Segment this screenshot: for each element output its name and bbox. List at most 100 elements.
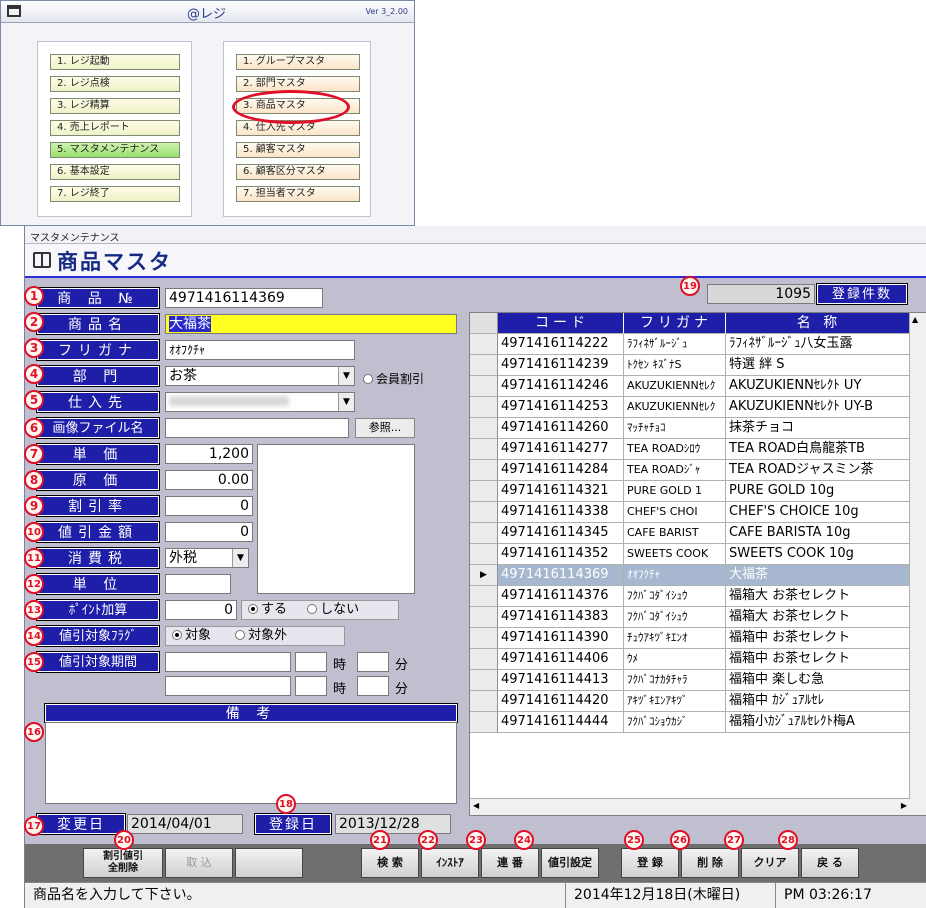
menu-register-exit[interactable]: 7. レジ終了 xyxy=(50,186,180,202)
menu-sales-report[interactable]: 4. 売上レポート xyxy=(50,120,180,136)
supplier-select[interactable]: ▼ xyxy=(165,392,355,412)
row-selector[interactable] xyxy=(470,481,498,502)
menu-register-settle[interactable]: 3. レジ精算 xyxy=(50,98,180,114)
search-button[interactable]: 検 索 xyxy=(361,848,419,878)
image-file-field[interactable] xyxy=(165,418,349,438)
table-row[interactable]: 4971416114284 TEA ROADｼﾞｬ TEA ROADジャスミン茶 xyxy=(470,460,910,481)
table-row[interactable]: 4971416114376 ﾌｸﾊﾞｺﾀﾞｲｼｭｳ 福箱大 お茶セレクト xyxy=(470,586,910,607)
menu-register-start[interactable]: 1. レジ起動 xyxy=(50,54,180,70)
department-label: 部 門 xyxy=(36,365,160,387)
period-start-minute[interactable] xyxy=(357,652,389,672)
unit-price-field[interactable]: 1,200 xyxy=(165,444,253,464)
browse-button[interactable]: 参照... xyxy=(355,418,415,438)
row-selector[interactable] xyxy=(470,649,498,670)
table-row[interactable]: 4971416114260 ﾏｯﾁｬﾁｮｺ 抹茶チョコ xyxy=(470,418,910,439)
row-selector[interactable] xyxy=(470,586,498,607)
menu-basic-settings[interactable]: 6. 基本設定 xyxy=(50,164,180,180)
unit-field[interactable] xyxy=(165,574,231,594)
row-selector[interactable] xyxy=(470,502,498,523)
install-button[interactable]: ｲﾝｽﾄｱ xyxy=(421,848,479,878)
notes-textarea[interactable] xyxy=(45,722,457,804)
table-row[interactable]: 4971416114383 ﾌｸﾊﾞｺﾀﾞｲｼｭｳ 福箱大 お茶セレクト xyxy=(470,607,910,628)
row-selector[interactable] xyxy=(470,376,498,397)
serial-number-button[interactable]: 連 番 xyxy=(481,848,539,878)
table-row[interactable]: ▶ 4971416114369 ｵｵﾌｸﾁｬ 大福茶 xyxy=(470,565,910,586)
scroll-right-icon[interactable]: ▶ xyxy=(901,801,907,810)
discount-amount-field[interactable]: 0 xyxy=(165,522,253,542)
row-selector[interactable] xyxy=(470,355,498,376)
clear-button[interactable]: クリア xyxy=(741,848,799,878)
table-row[interactable]: 4971416114352 SWEETS COOK SWEETS COOK 10g xyxy=(470,544,910,565)
row-selector[interactable] xyxy=(470,712,498,733)
register-button[interactable]: 登 録 xyxy=(621,848,679,878)
menu-customer-master[interactable]: 5. 顧客マスタ xyxy=(236,142,360,158)
row-selector[interactable] xyxy=(470,439,498,460)
col-code-header[interactable]: コード xyxy=(498,313,624,334)
row-selector[interactable] xyxy=(470,523,498,544)
table-row[interactable]: 4971416114239 ﾄｸｾﾝ ｷｽﾞﾅS 特選 絆 S xyxy=(470,355,910,376)
row-selector[interactable] xyxy=(470,670,498,691)
row-selector[interactable] xyxy=(470,544,498,565)
vertical-scrollbar[interactable]: ▲ xyxy=(909,313,926,815)
table-row[interactable]: 4971416114406 ｳﾒ 福箱中 お茶セレクト xyxy=(470,649,910,670)
menu-master-maintenance[interactable]: 5. マスタメンテナンス xyxy=(50,142,180,158)
table-row[interactable]: 4971416114246 AKUZUKIENNｾﾚｸ AKUZUKIENNｾﾚｸﾄ… xyxy=(470,376,910,397)
period-start-date[interactable] xyxy=(165,652,291,672)
menu-customer-category-master[interactable]: 6. 顧客区分マスタ xyxy=(236,164,360,180)
menu-staff-master[interactable]: 7. 担当者マスタ xyxy=(236,186,360,202)
chevron-down-icon[interactable]: ▼ xyxy=(338,367,354,385)
period-end-date[interactable] xyxy=(165,676,291,696)
delete-button[interactable]: 削 除 xyxy=(681,848,739,878)
col-name-header[interactable]: 名 称 xyxy=(726,313,910,334)
row-selector[interactable] xyxy=(470,460,498,481)
table-row[interactable]: 4971416114390 ﾁｭｳｱｷﾂﾞｷｴﾝｵ 福箱中 お茶セレクト xyxy=(470,628,910,649)
table-row[interactable]: 4971416114413 ﾌｸﾊﾞｺﾅｶﾀﾁｬﾗ 福箱中 楽しむ急 xyxy=(470,670,910,691)
discount-rate-field[interactable]: 0 xyxy=(165,496,253,516)
member-discount-option[interactable]: 会員割引 xyxy=(363,370,424,387)
table-row[interactable]: 4971416114420 ｱｷﾂﾞｷｴﾝｱｷﾂﾞ 福箱中 ｶｼﾞｭｱﾙｾﾚ xyxy=(470,691,910,712)
discount-settings-button[interactable]: 値引設定 xyxy=(541,848,599,878)
row-selector[interactable] xyxy=(470,334,498,355)
scroll-up-icon[interactable]: ▲ xyxy=(912,315,918,324)
points-field[interactable]: 0 xyxy=(165,600,237,620)
row-selector[interactable] xyxy=(470,418,498,439)
menu-register-check[interactable]: 2. レジ点検 xyxy=(50,76,180,92)
table-row[interactable]: 4971416114338 CHEF'S CHOI CHEF'S CHOICE 10… xyxy=(470,502,910,523)
table-row[interactable]: 4971416114277 TEA ROADｼﾛｳ TEA ROAD白鳥龍茶TB xyxy=(470,439,910,460)
table-row[interactable]: 4971416114222 ﾗﾌｨﾈｻﾞﾙｰｼﾞｭ ﾗﾌｨﾈｻﾞﾙｰｼﾞｭ八女玉露 xyxy=(470,334,910,355)
row-selector[interactable] xyxy=(470,397,498,418)
table-row[interactable]: 4971416114444 ﾌｸﾊﾞｺｼｮｳｶｼﾞ 福箱小ｶｼﾞｭｱﾙｾﾚｸﾄ梅A xyxy=(470,712,910,733)
row-selector[interactable] xyxy=(470,691,498,712)
department-select[interactable]: お茶 ▼ xyxy=(165,366,355,386)
product-code-field[interactable]: 4971416114369 xyxy=(165,288,323,308)
table-row[interactable]: 4971416114321 PURE GOLD 1 PURE GOLD 10g xyxy=(470,481,910,502)
highlight-circle xyxy=(232,90,350,124)
row-selector[interactable] xyxy=(470,607,498,628)
kana-field[interactable]: ｵｵﾌｸﾁｬ xyxy=(165,340,355,360)
product-name-field[interactable]: 大福茶 xyxy=(165,314,457,334)
row-pointer-icon[interactable]: ▶ xyxy=(470,565,498,586)
import-button[interactable]: 取 込 xyxy=(165,848,233,878)
cost-field[interactable]: 0.00 xyxy=(165,470,253,490)
col-kana-header[interactable]: フリガナ xyxy=(624,313,726,334)
table-row[interactable]: 4971416114253 AKUZUKIENNｾﾚｸ AKUZUKIENNｾﾚｸﾄ… xyxy=(470,397,910,418)
cell-name: 特選 絆 S xyxy=(726,355,910,376)
period-end-hour[interactable] xyxy=(295,676,327,696)
scroll-left-icon[interactable]: ◀ xyxy=(473,801,479,810)
cost-label: 原 価 xyxy=(36,469,160,491)
points-yes-option[interactable]: する xyxy=(248,602,287,617)
back-button[interactable]: 戻 る xyxy=(801,848,859,878)
chevron-down-icon[interactable]: ▼ xyxy=(338,393,354,411)
period-start-hour[interactable] xyxy=(295,652,327,672)
points-no-option[interactable]: しない xyxy=(307,602,359,617)
flag-excluded-option[interactable]: 対象外 xyxy=(235,628,287,643)
tax-select[interactable]: 外税 ▼ xyxy=(165,548,249,568)
horizontal-scrollbar[interactable]: ◀ ▶ xyxy=(470,798,910,815)
menu-group-master[interactable]: 1. グループマスタ xyxy=(236,54,360,70)
row-selector[interactable] xyxy=(470,628,498,649)
table-row[interactable]: 4971416114345 CAFE BARIST CAFE BARISTA 10g xyxy=(470,523,910,544)
period-end-minute[interactable] xyxy=(357,676,389,696)
chevron-down-icon[interactable]: ▼ xyxy=(232,549,248,567)
bulk-delete-discount-button[interactable]: 割引値引 全削除 xyxy=(83,848,163,878)
flag-target-option[interactable]: 対象 xyxy=(172,628,211,643)
